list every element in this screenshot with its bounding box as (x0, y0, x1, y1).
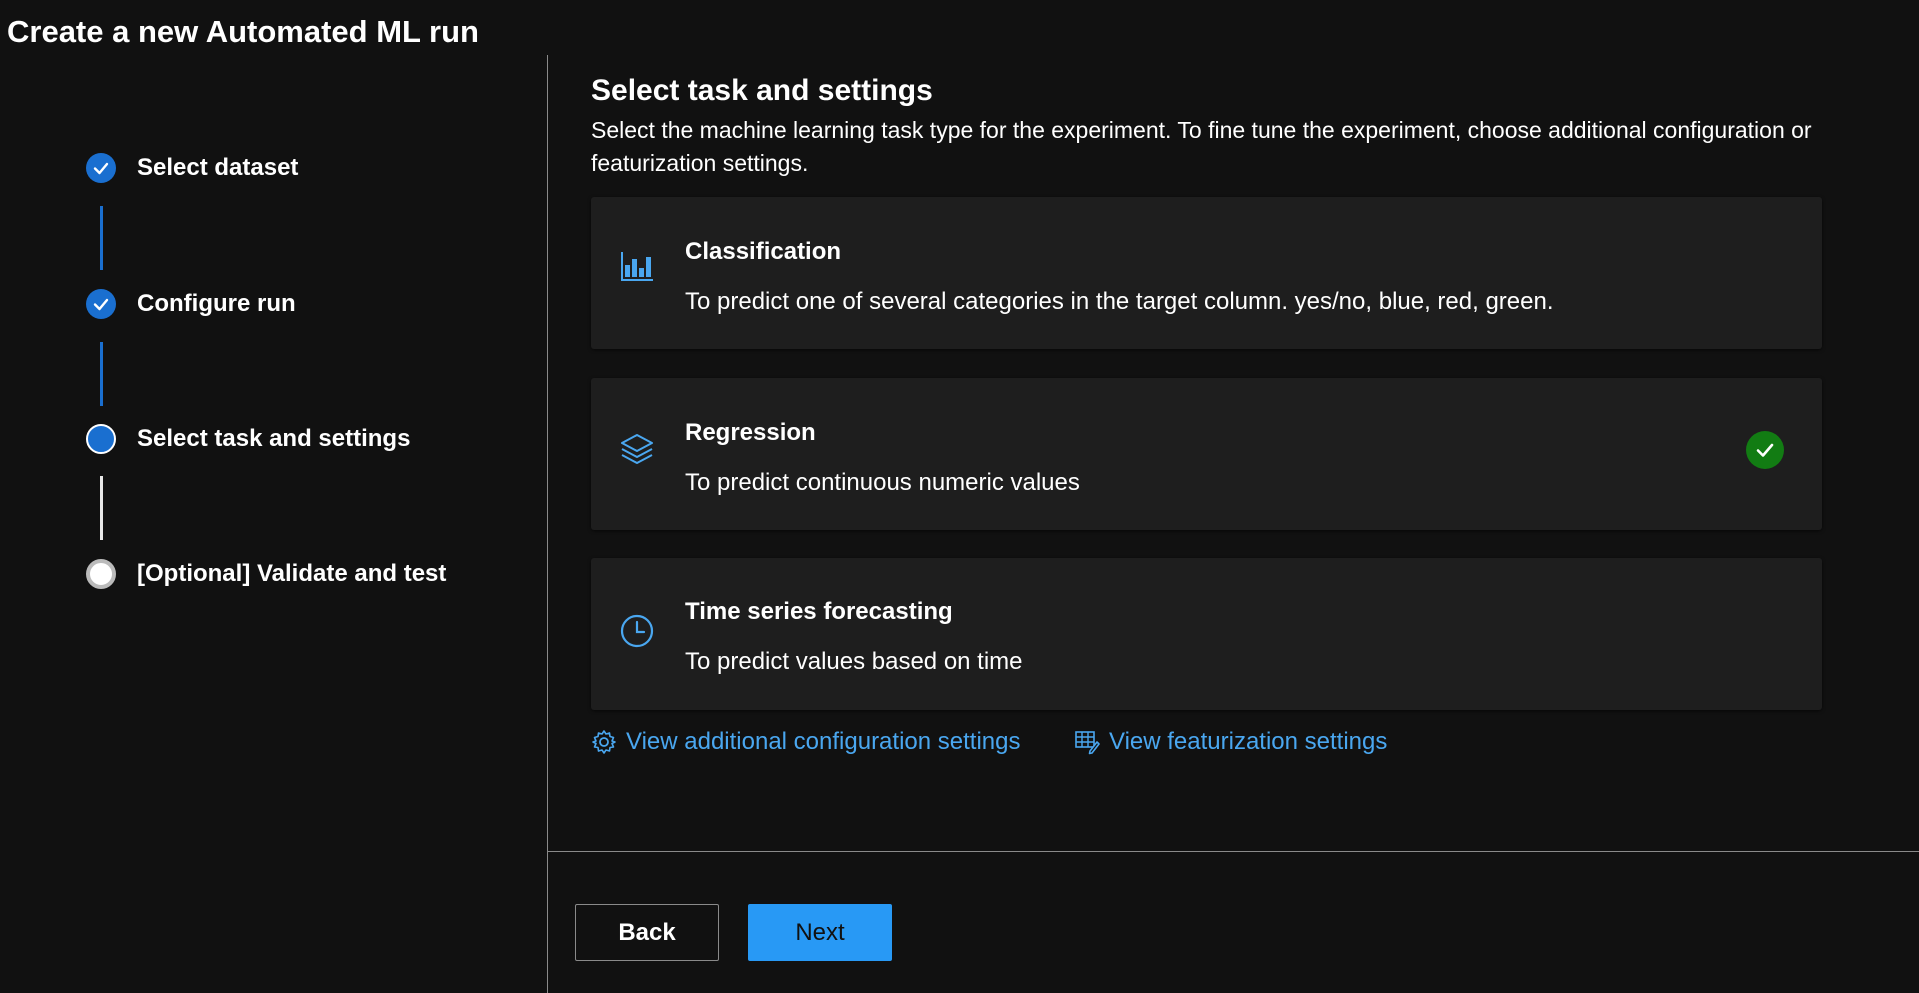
step-current-icon (86, 424, 116, 454)
link-label: View additional configuration settings (626, 728, 1021, 755)
back-button[interactable]: Back (575, 904, 719, 961)
page-title: Create a new Automated ML run (7, 14, 479, 49)
task-card-classification[interactable]: Classification To predict one of several… (591, 197, 1822, 349)
step-label: Configure run (137, 290, 296, 317)
view-featurization-link[interactable]: View featurization settings (1074, 728, 1387, 756)
view-additional-configuration-link[interactable]: View additional configuration settings (591, 728, 1020, 756)
clock-icon (619, 613, 655, 649)
wizard-stepper: Select dataset Configure run Select task… (0, 55, 547, 993)
step-connector (100, 342, 103, 406)
gear-icon (591, 729, 617, 755)
task-card-regression[interactable]: Regression To predict continuous numeric… (591, 378, 1822, 530)
next-button[interactable]: Next (748, 904, 892, 961)
section-title: Select task and settings (591, 74, 933, 107)
task-name: Time series forecasting (685, 598, 953, 625)
step-complete-icon (86, 289, 116, 319)
task-name: Regression (685, 419, 816, 446)
step-connector (100, 476, 103, 540)
task-card-time-series-forecasting[interactable]: Time series forecasting To predict value… (591, 558, 1822, 710)
selected-check-icon (1746, 431, 1784, 469)
step-select-task-and-settings[interactable]: Select task and settings (86, 423, 410, 455)
section-description: Select the machine learning task type fo… (591, 117, 1812, 176)
step-complete-icon (86, 153, 116, 183)
step-label: [Optional] Validate and test (137, 560, 447, 587)
step-select-dataset[interactable]: Select dataset (86, 152, 298, 184)
link-label: View featurization settings (1109, 728, 1388, 755)
bar-chart-icon (619, 249, 655, 285)
step-connector (100, 206, 103, 270)
horizontal-divider (547, 851, 1919, 852)
table-edit-icon (1074, 729, 1100, 755)
vertical-divider (547, 55, 548, 993)
task-name: Classification (685, 238, 842, 265)
step-label: Select task and settings (137, 425, 411, 452)
task-description: To predict values based on time (685, 648, 1023, 675)
step-label: Select dataset (137, 154, 299, 181)
step-validate-and-test[interactable]: [Optional] Validate and test (86, 558, 446, 590)
step-pending-icon (86, 559, 116, 589)
layers-icon (619, 431, 655, 467)
task-description: To predict continuous numeric values (685, 469, 1080, 496)
task-description: To predict one of several categories in … (685, 288, 1554, 315)
step-configure-run[interactable]: Configure run (86, 288, 296, 320)
